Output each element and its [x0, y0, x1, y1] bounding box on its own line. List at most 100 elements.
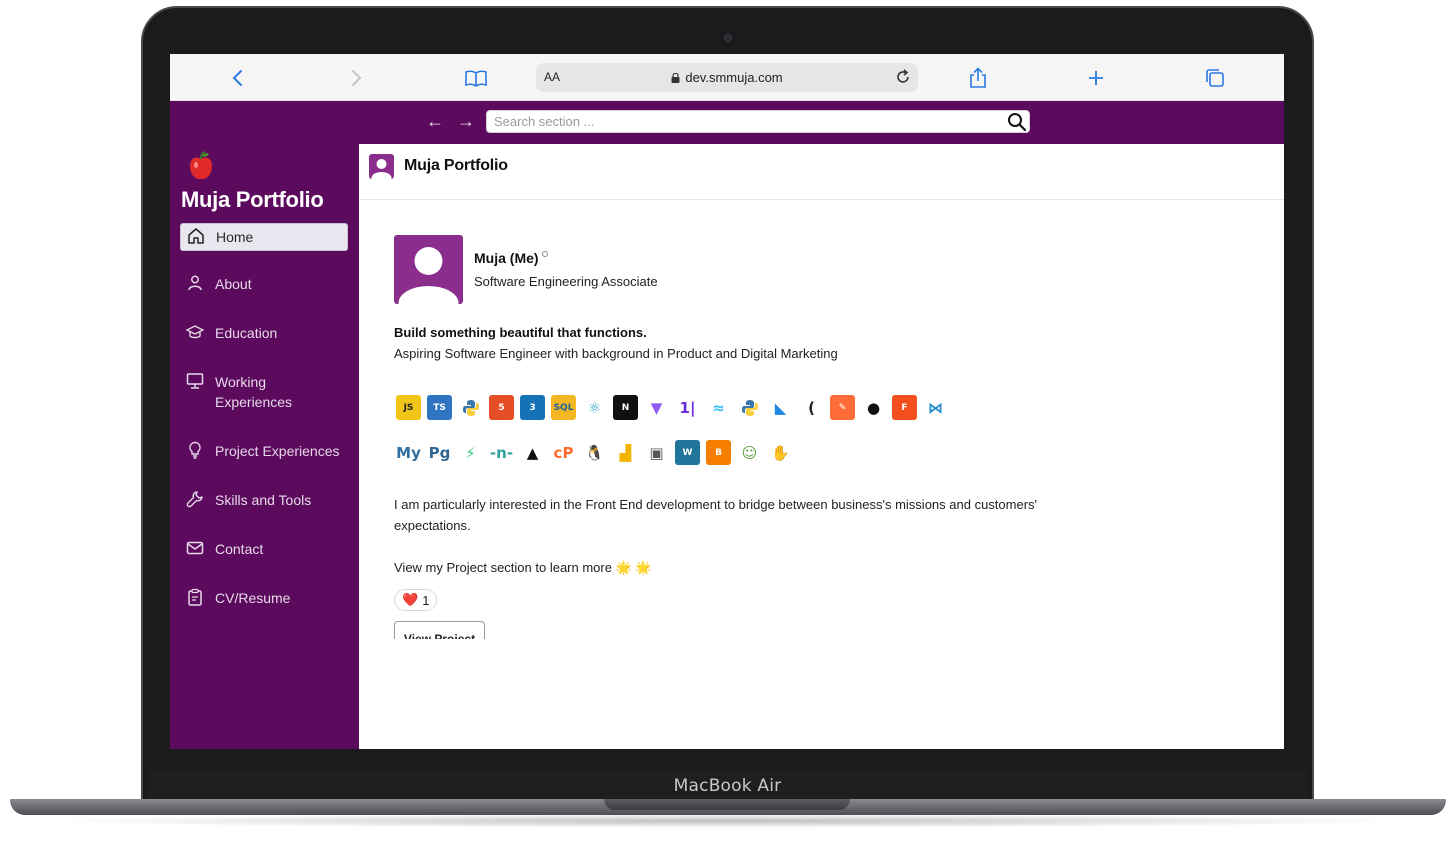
forward-chevron-icon[interactable] [342, 64, 370, 92]
screen: AA dev.smmuja.com ← → Search section ...… [170, 54, 1284, 749]
share-icon[interactable] [964, 64, 992, 92]
presenter-icon: ☺ [737, 440, 762, 465]
content-header: Muja Portfolio [359, 144, 1284, 200]
sidebar-item-skills-and-tools[interactable]: Skills and Tools [180, 484, 348, 516]
bookmarks-book-icon[interactable] [462, 64, 490, 92]
sidebar-item-label: Contact [215, 541, 264, 557]
view-project-button[interactable]: View Project [394, 621, 485, 639]
url-label: dev.smmuja.com [685, 70, 783, 85]
flask-icon: ( [799, 395, 824, 420]
mail-icon [186, 541, 204, 555]
home-icon [188, 228, 204, 244]
wordpress-icon: W [675, 440, 700, 465]
sidebar-item-label: Education [215, 325, 278, 341]
apple-logo-icon [187, 150, 215, 187]
profile-role: Software Engineering Associate [474, 274, 658, 289]
github-icon: ● [861, 395, 886, 420]
sidebar-item-label: CV/Resume [215, 590, 291, 606]
python-icon [458, 395, 483, 420]
device-shadow [40, 814, 1415, 828]
view-more-text: View my Project section to learn more 🌟 … [394, 560, 652, 575]
sidebar-item-about[interactable]: About [180, 268, 348, 300]
sidebar-nav: Home About Education Working Experiences… [180, 223, 348, 631]
brand-title: Muja Portfolio [181, 187, 324, 212]
tagline: Build something beautiful that functions… [394, 325, 647, 340]
search-input[interactable] [487, 111, 987, 132]
interest-text: I am particularly interested in the Fron… [394, 497, 1038, 533]
graduation-cap-icon [186, 325, 204, 339]
app-topbar: ← → [170, 101, 1284, 144]
handshake-icon: ✋ [768, 440, 793, 465]
n8n-icon: -n- [489, 440, 514, 465]
sidebar-item-label: Home [216, 229, 254, 245]
sidebar-item-label: Project Experiences [215, 443, 340, 459]
vscode-icon: ⋈ [923, 395, 948, 420]
reload-icon[interactable] [894, 68, 912, 91]
postman-icon: ✎ [830, 395, 855, 420]
supabase-icon: ⚡ [458, 440, 483, 465]
sidebar-item-education[interactable]: Education [180, 317, 348, 349]
profile-name: Muja (Me) [474, 250, 539, 266]
sidebar-item-contact[interactable]: Contact [180, 533, 348, 565]
tech-icons-row-1: JS TS 5 3 SQL ⚛ N ▼ 1| ≈ ◣(✎ ● F ⋈ [396, 395, 948, 420]
wrench-icon [186, 491, 203, 508]
monitor-icon [186, 373, 204, 389]
browser-toolbar: AA dev.smmuja.com [170, 54, 1284, 101]
url-text: dev.smmuja.com [536, 70, 918, 85]
profile-description: Aspiring Software Engineer with backgrou… [394, 346, 838, 361]
tabs-overview-icon[interactable] [1201, 64, 1229, 92]
sql-icon: SQL [551, 395, 576, 420]
nav-forward-arrow-icon[interactable]: → [457, 111, 475, 132]
javascript-icon: JS [396, 395, 421, 420]
python2-icon [737, 395, 762, 420]
lightbulb-icon [189, 441, 201, 459]
vercel-icon: ▲ [520, 440, 545, 465]
page-title: Muja Portfolio [404, 157, 508, 174]
avatar [394, 235, 463, 304]
typescript-icon: TS [427, 395, 452, 420]
lock-icon [671, 73, 680, 83]
react-icon: ⚛ [582, 395, 607, 420]
heart-icon: ❤️ [402, 592, 419, 607]
main-content: Muja Portfolio Muja (Me) Software Engine… [359, 144, 1284, 749]
blogger-icon: B [706, 440, 731, 465]
device-label: MacBook Air [673, 776, 782, 796]
sidebar-item-label: Working Experiences [215, 374, 293, 410]
sidebar-item-label: About [215, 276, 252, 292]
macbook-frame: MacBook Air AA dev.smmuja.com ← → Search… [0, 0, 1455, 842]
clipboard-icon [188, 588, 202, 606]
status-dot-icon [542, 251, 548, 257]
linux-icon: 🐧 [582, 440, 607, 465]
reaction-badge[interactable]: ❤️ 1 [394, 589, 438, 611]
mysql-icon: My [396, 440, 421, 465]
reaction-count: 1 [422, 592, 430, 608]
back-chevron-icon[interactable] [224, 64, 252, 92]
laptop-notch [604, 799, 850, 810]
search-box [486, 110, 1030, 133]
new-tab-plus-icon[interactable] [1082, 64, 1110, 92]
google-analytics-icon: ▟ [613, 440, 638, 465]
view-project-clip: View Project [394, 621, 489, 639]
figma-icon: F [892, 395, 917, 420]
sidebar-item-working-experiences[interactable]: Working Experiences [180, 366, 348, 418]
camera-icon [724, 34, 732, 42]
sidebar-item-label: Skills and Tools [215, 492, 312, 508]
sidebar-item-home[interactable]: Home [180, 223, 348, 251]
tailwind-icon: ≈ [706, 395, 731, 420]
address-bar[interactable]: AA dev.smmuja.com [536, 63, 918, 92]
cpanel-icon: cP [551, 440, 576, 465]
tag-manager-icon: ▣ [644, 440, 669, 465]
vite-icon: ▼ [644, 395, 669, 420]
sidebar-item-cv-resume[interactable]: CV/Resume [180, 582, 348, 614]
bootstrap-icon: ◣ [768, 395, 793, 420]
sidebar: Muja Portfolio Home About Education Work… [170, 144, 359, 749]
turborepo-icon: 1| [675, 395, 700, 420]
postgresql-icon: Pg [427, 440, 452, 465]
person-icon [188, 275, 202, 291]
nextjs-icon: N [613, 395, 638, 420]
html5-icon: 5 [489, 395, 514, 420]
profile-avatar-icon [369, 154, 394, 179]
nav-back-arrow-icon[interactable]: ← [426, 111, 444, 132]
sidebar-item-project-experiences[interactable]: Project Experiences [180, 435, 348, 467]
search-icon[interactable] [1007, 112, 1027, 137]
